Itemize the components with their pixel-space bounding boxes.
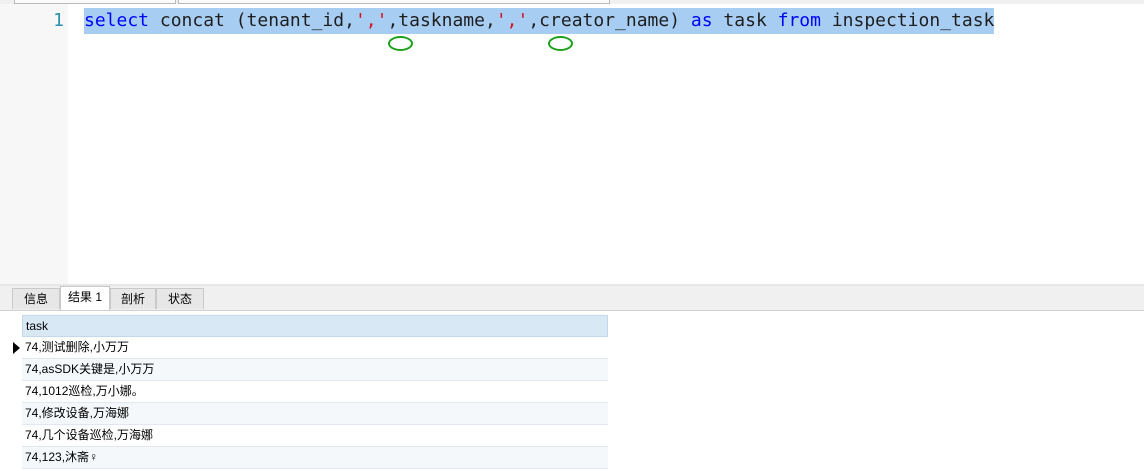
- table-row[interactable]: 74,几个设备巡检,万海娜: [12, 425, 608, 447]
- row-indicator: [12, 359, 22, 381]
- row-indicator: [12, 447, 22, 469]
- result-tabs: 信息 结果 1 剖析 状态: [0, 286, 1144, 311]
- code-segment: concat (tenant_id,: [149, 10, 355, 31]
- tab-info[interactable]: 信息: [12, 288, 60, 309]
- row-indicator: [12, 425, 22, 447]
- tab-profile[interactable]: 剖析: [110, 288, 156, 309]
- line-number: 1: [53, 10, 64, 31]
- table-cell[interactable]: 74,修改设备,万海娜: [22, 403, 608, 425]
- table-cell[interactable]: 74,asSDK关键是,小万万: [22, 359, 608, 381]
- sql-editor[interactable]: 1 select concat (tenant_id,',',taskname,…: [0, 4, 1144, 284]
- keyword-as: as: [690, 10, 713, 31]
- table-cell[interactable]: 74,123,沐斋♀: [22, 447, 608, 469]
- table-row[interactable]: 74,asSDK关键是,小万万: [12, 359, 608, 381]
- table-cell[interactable]: 74,测试删除,小万万: [22, 337, 608, 359]
- code-segment: task: [712, 10, 778, 31]
- current-row-arrow-icon: [13, 342, 20, 354]
- results-grid[interactable]: task 74,测试删除,小万万 74,asSDK关键是,小万万 74,1012…: [12, 315, 608, 469]
- column-header-task[interactable]: task: [22, 315, 608, 337]
- code-segment: inspection_task: [820, 10, 995, 31]
- string-literal: ',': [354, 10, 388, 31]
- keyword-from: from: [777, 10, 821, 31]
- results-grid-panel: task 74,测试删除,小万万 74,asSDK关键是,小万万 74,1012…: [0, 311, 1144, 471]
- table-row[interactable]: 74,测试删除,小万万: [12, 337, 608, 359]
- table-row[interactable]: 74,修改设备,万海娜: [12, 403, 608, 425]
- row-indicator: [12, 403, 22, 425]
- row-indicator: [12, 337, 22, 359]
- table-cell[interactable]: 74,几个设备巡检,万海娜: [22, 425, 608, 447]
- code-segment: ,taskname,: [387, 10, 496, 31]
- keyword-select: select: [84, 10, 150, 31]
- string-literal: ',': [495, 10, 529, 31]
- table-row[interactable]: 74,123,沐斋♀: [12, 447, 608, 469]
- tab-status[interactable]: 状态: [156, 288, 204, 309]
- line-number-gutter: 1: [0, 4, 68, 284]
- code-line[interactable]: select concat (tenant_id,',',taskname,',…: [84, 8, 995, 34]
- code-segment: ,creator_name): [528, 10, 691, 31]
- table-cell[interactable]: 74,1012巡检,万小娜。: [22, 381, 608, 403]
- table-row[interactable]: 74,1012巡检,万小娜。: [12, 381, 608, 403]
- annotation-circle: [548, 36, 573, 51]
- tab-result-1[interactable]: 结果 1: [60, 286, 110, 310]
- row-indicator: [12, 381, 22, 403]
- annotation-circle: [388, 36, 413, 51]
